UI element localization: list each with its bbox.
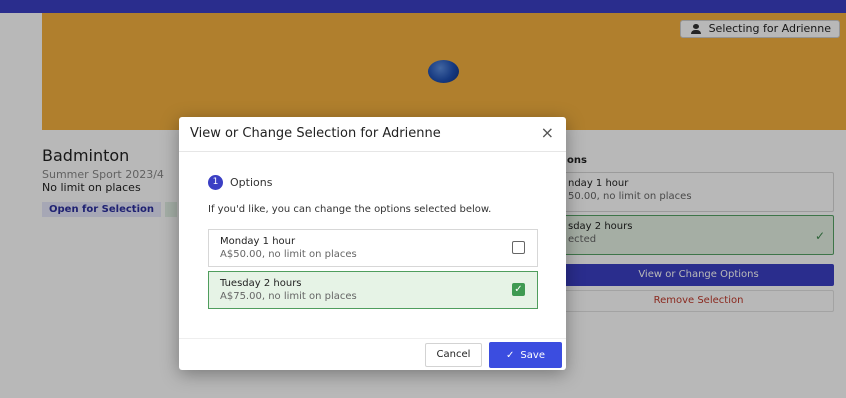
cancel-button[interactable]: Cancel: [425, 343, 482, 367]
close-icon[interactable]: ×: [541, 123, 554, 142]
save-button[interactable]: ✓ Save: [489, 342, 562, 368]
intro-text: If you'd like, you can change the option…: [208, 204, 492, 215]
option-detail: A$75.00, no limit on places: [220, 291, 357, 302]
modal-option-monday[interactable]: Monday 1 hour A$50.00, no limit on place…: [208, 229, 538, 267]
modal-title: View or Change Selection for Adrienne: [190, 126, 441, 141]
modal-option-tuesday[interactable]: Tuesday 2 hours A$75.00, no limit on pla…: [208, 271, 538, 309]
save-label: Save: [520, 349, 545, 361]
option-checkbox-checked[interactable]: ✓: [512, 283, 525, 296]
step-number-badge: 1: [208, 175, 223, 190]
change-selection-modal: View or Change Selection for Adrienne × …: [179, 117, 566, 370]
option-checkbox[interactable]: [512, 241, 525, 254]
option-detail: A$50.00, no limit on places: [220, 249, 357, 260]
step-label: Options: [230, 176, 273, 189]
modal-footer: Cancel ✓ Save: [179, 338, 566, 370]
option-name: Monday 1 hour: [220, 236, 296, 247]
check-icon: ✓: [506, 349, 515, 361]
modal-header: View or Change Selection for Adrienne ×: [179, 117, 566, 152]
option-name: Tuesday 2 hours: [220, 278, 302, 289]
